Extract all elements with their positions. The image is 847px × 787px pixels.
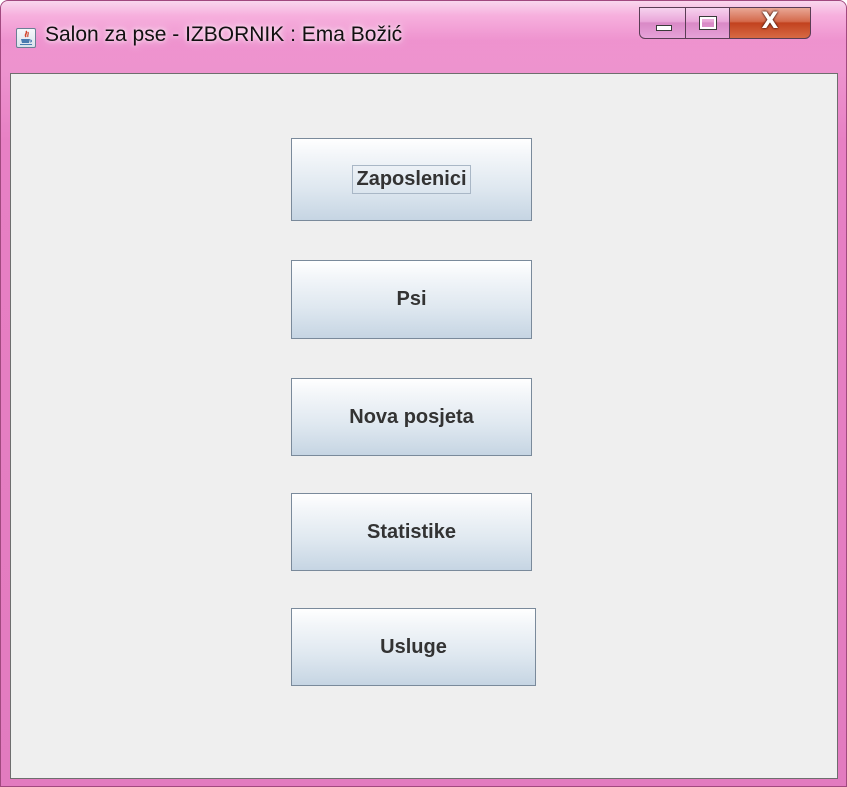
nova-posjeta-button[interactable]: Nova posjeta bbox=[291, 378, 532, 456]
usluge-button[interactable]: Usluge bbox=[291, 608, 536, 686]
maximize-icon bbox=[699, 16, 717, 30]
usluge-label: Usluge bbox=[380, 635, 447, 658]
title-bar[interactable]: Salon za pse - IZBORNIK : Ema Božić X bbox=[1, 1, 846, 73]
psi-label: Psi bbox=[396, 288, 427, 310]
minimize-icon bbox=[656, 25, 672, 31]
nova-posjeta-label: Nova posjeta bbox=[349, 405, 474, 428]
menu-panel: Zaposlenici Psi Nova posjeta Statistike … bbox=[10, 73, 838, 779]
zaposlenici-label: Zaposlenici bbox=[352, 165, 471, 194]
close-icon: X bbox=[761, 9, 779, 34]
maximize-button[interactable] bbox=[685, 7, 730, 39]
app-window: Salon za pse - IZBORNIK : Ema Božić X Za… bbox=[0, 0, 847, 787]
zaposlenici-button[interactable]: Zaposlenici bbox=[291, 138, 532, 221]
close-button[interactable]: X bbox=[729, 7, 811, 39]
minimize-button[interactable] bbox=[639, 7, 686, 39]
statistike-label: Statistike bbox=[367, 520, 456, 543]
statistike-button[interactable]: Statistike bbox=[291, 493, 532, 571]
java-icon[interactable] bbox=[16, 28, 36, 48]
window-title: Salon za pse - IZBORNIK : Ema Božić bbox=[45, 23, 403, 46]
psi-button[interactable]: Psi bbox=[291, 260, 532, 339]
